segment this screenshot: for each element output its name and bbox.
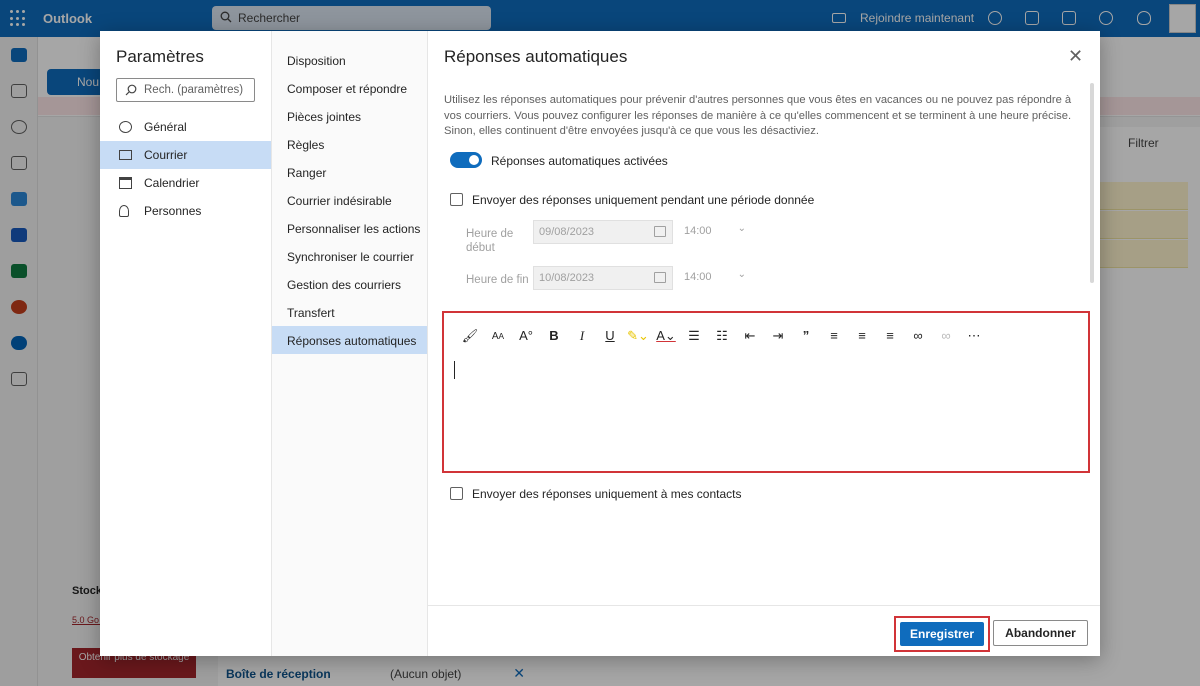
search-icon (125, 84, 137, 96)
bullets-icon[interactable]: ☰ (680, 325, 708, 347)
start-time-value: 14:00 (684, 225, 712, 237)
increase-indent-icon[interactable]: ⇥ (764, 325, 792, 347)
section-compose-reply[interactable]: Composer et répondre (272, 74, 427, 102)
autoreply-toggle[interactable] (450, 152, 482, 168)
decrease-indent-icon[interactable]: ⇤ (736, 325, 764, 347)
underline-icon[interactable]: U (596, 325, 624, 347)
link-icon[interactable]: ∞ (904, 325, 932, 347)
align-left-icon[interactable]: ≡ (820, 325, 848, 347)
toggle-label: Réponses automatiques activées (491, 154, 668, 168)
category-mail[interactable]: Courrier (100, 141, 271, 169)
toggle-knob (469, 155, 479, 165)
section-customize-actions[interactable]: Personnaliser les actions (272, 214, 427, 242)
category-label: Calendrier (144, 176, 200, 190)
close-icon[interactable]: ✕ (1068, 47, 1083, 65)
category-label: Courrier (144, 148, 188, 162)
category-label: Personnes (144, 204, 202, 218)
save-button[interactable]: Enregistrer (900, 622, 984, 646)
dialog-footer: Enregistrer Abandonner (428, 606, 1100, 656)
settings-search-input[interactable]: Rech. (paramètres) (116, 78, 255, 102)
end-time-dropdown[interactable]: 14:00 ⌄ (678, 266, 748, 290)
start-time-dropdown[interactable]: 14:00 ⌄ (678, 220, 748, 244)
section-rules[interactable]: Règles (272, 130, 427, 158)
people-icon (119, 205, 129, 217)
settings-title: Paramètres (116, 47, 204, 66)
align-right-icon[interactable]: ≡ (876, 325, 904, 347)
font-size-icon[interactable]: AA (484, 325, 512, 347)
settings-dialog: Paramètres Rech. (paramètres) Général Co… (100, 31, 1100, 656)
italic-icon[interactable]: I (568, 325, 596, 347)
calendar-icon (654, 272, 666, 283)
category-calendar[interactable]: Calendrier (100, 169, 271, 197)
category-people[interactable]: Personnes (100, 197, 271, 225)
period-checkbox[interactable] (450, 193, 463, 206)
unlink-icon[interactable]: ∞ (932, 325, 960, 347)
category-general[interactable]: Général (100, 113, 271, 141)
start-date-field[interactable]: 09/08/2023 (533, 220, 673, 244)
save-highlight: Enregistrer (894, 616, 990, 652)
section-mail-handling[interactable]: Gestion des courriers (272, 270, 427, 298)
section-automatic-replies[interactable]: Réponses automatiques (272, 326, 427, 354)
description-text: Utilisez les réponses automatiques pour … (444, 94, 1072, 137)
mail-icon (119, 150, 132, 160)
end-time-value: 14:00 (684, 271, 712, 283)
panel-title: Réponses automatiques (444, 47, 628, 66)
category-label: Général (144, 120, 187, 134)
text-cursor (454, 361, 455, 379)
cancel-button[interactable]: Abandonner (993, 620, 1088, 646)
automatic-replies-panel: Réponses automatiques ✕ Utilisez les rép… (428, 31, 1100, 656)
section-sweep[interactable]: Ranger (272, 158, 427, 186)
section-disposition[interactable]: Disposition (272, 46, 427, 74)
more-icon[interactable]: ⋯ (960, 325, 988, 347)
section-attachments[interactable]: Pièces jointes (272, 102, 427, 130)
quote-icon[interactable]: ” (792, 325, 820, 347)
section-junk[interactable]: Courrier indésirable (272, 186, 427, 214)
calendar-icon (119, 177, 132, 189)
period-label: Envoyer des réponses uniquement pendant … (472, 193, 815, 207)
format-painter-icon[interactable]: 🖌 (456, 325, 484, 347)
section-sync[interactable]: Synchroniser le courrier (272, 242, 427, 270)
settings-search-placeholder: Rech. (paramètres) (144, 84, 244, 96)
message-editor[interactable]: 🖌 AA A° B I U ✎⌄ A⌄ ☰ ☷ ⇤ ⇥ ” ≡ ≡ ≡ ∞ ∞ … (442, 311, 1090, 473)
end-date-value: 10/08/2023 (539, 272, 595, 284)
superscript-icon[interactable]: A° (512, 325, 540, 347)
chevron-down-icon: ⌄ (737, 223, 746, 234)
contacts-checkbox[interactable] (450, 487, 463, 500)
end-time-label: Heure de fin (466, 274, 529, 286)
settings-categories: Paramètres Rech. (paramètres) Général Co… (100, 31, 272, 656)
calendar-icon (654, 226, 666, 237)
start-time-label: Heure de début (466, 228, 514, 254)
gear-icon (119, 121, 132, 133)
end-date-field[interactable]: 10/08/2023 (533, 266, 673, 290)
formatting-toolbar: 🖌 AA A° B I U ✎⌄ A⌄ ☰ ☷ ⇤ ⇥ ” ≡ ≡ ≡ ∞ ∞ … (456, 325, 988, 347)
numbering-icon[interactable]: ☷ (708, 325, 736, 347)
highlight-icon[interactable]: ✎⌄ (624, 325, 652, 347)
mail-sections: Disposition Composer et répondre Pièces … (272, 31, 428, 656)
contacts-label: Envoyer des réponses uniquement à mes co… (472, 487, 742, 501)
section-forwarding[interactable]: Transfert (272, 298, 427, 326)
align-center-icon[interactable]: ≡ (848, 325, 876, 347)
scrollbar[interactable] (1090, 83, 1094, 283)
chevron-down-icon: ⌄ (737, 269, 746, 280)
start-date-value: 09/08/2023 (539, 226, 595, 238)
bold-icon[interactable]: B (540, 325, 568, 347)
font-color-icon[interactable]: A⌄ (652, 325, 680, 347)
